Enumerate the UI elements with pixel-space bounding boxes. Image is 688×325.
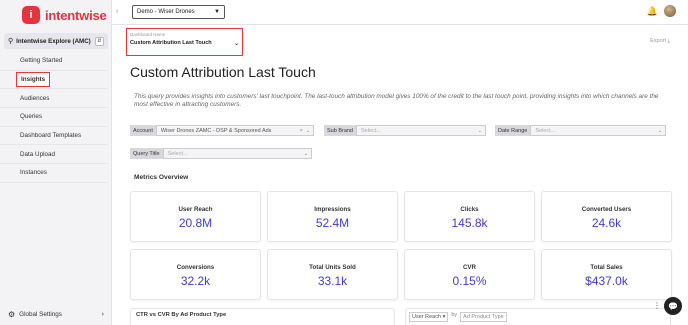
account-select-value: Demo - Wiser Drones <box>137 9 195 15</box>
metric-value: 0.15% <box>452 274 487 288</box>
metric-card-clicks: Clicks 145.8k <box>404 191 535 242</box>
page-title: Custom Attribution Last Touch <box>130 64 316 80</box>
metric-value: 32.2k <box>180 274 211 288</box>
filter-label: Account <box>130 125 156 136</box>
filter-label: Query Title <box>130 148 163 159</box>
chevron-right-icon: › <box>101 311 104 318</box>
dashboard-name-label: Dashboard Name <box>130 32 166 37</box>
download-icon: ⤓ <box>667 38 670 44</box>
export-label: Export <box>650 38 667 44</box>
metric-card-conversions: Conversions 32.2k <box>130 249 261 300</box>
chevron-down-icon: ▼ <box>214 9 220 15</box>
metric-card-total-sales: Total Sales $437.0k <box>541 249 672 300</box>
dimension-select[interactable]: Ad Product Type <box>460 312 507 322</box>
metric-value: $437.0k <box>585 274 628 288</box>
sidebar-item-label: Data Upload <box>20 150 56 158</box>
chevron-down-icon: ⌄ <box>657 127 662 134</box>
metric-card-user-reach: User Reach 20.8M <box>130 191 261 242</box>
chevron-down-icon: ▾ <box>442 314 446 320</box>
export-button[interactable]: Export ⤓ <box>650 38 670 45</box>
sidebar-item-label: Getting Started <box>20 57 63 65</box>
metric-card-impressions: Impressions 52.4M <box>267 191 398 242</box>
query-title-placeholder: Select... <box>167 150 188 157</box>
sidebar-item-queries[interactable]: Queries <box>0 108 108 127</box>
compass-icon: ⚲ <box>8 38 14 45</box>
metric-label: Total Sales <box>590 264 623 271</box>
more-options-icon[interactable]: ⋮ <box>653 301 661 310</box>
account-filter-value: Wiser Drones ZAMC - DSP & Sponsored Ads <box>160 127 272 134</box>
brand-logo[interactable]: i intentwise <box>22 6 107 24</box>
metric-value: 20.8M <box>178 216 213 230</box>
global-settings[interactable]: ⚙ Global Settings › <box>4 310 108 319</box>
metric-value: 24.6k <box>591 216 622 230</box>
collapse-sidebar-icon[interactable]: ‹ <box>116 8 118 15</box>
metric-label: User Reach <box>178 206 213 213</box>
sidebar-item-data-upload[interactable]: Data Upload <box>0 145 108 165</box>
metric-label: Conversions <box>176 264 215 271</box>
metric-label: Converted Users <box>581 206 632 213</box>
sub-brand-placeholder: Select... <box>361 127 381 134</box>
sidebar-item-label: Dashboard Templates <box>20 132 82 140</box>
metric-select[interactable]: User Reach ▾ <box>409 312 449 322</box>
sidebar-item-insights[interactable]: Insights <box>0 71 108 90</box>
chevron-down-icon: ⌄ <box>477 127 482 134</box>
sidebar-item-audiences[interactable]: Audiences <box>0 89 108 109</box>
top-bar: Demo - Wiser Drones ▼ 🔔 <box>112 0 688 25</box>
metric-card-total-units-sold: Total Units Sold 33.1k <box>267 249 398 300</box>
sidebar: i intentwise ⚲ Intentwise Explore (AMC) … <box>0 0 112 325</box>
explore-label: Intentwise Explore (AMC) <box>16 37 91 45</box>
gear-icon: ⚙ <box>8 310 16 319</box>
sidebar-item-label: Insights <box>16 72 51 88</box>
metric-value: 52.4M <box>315 216 350 230</box>
sidebar-item-label: Instances <box>20 169 47 177</box>
filter-label: Date Range <box>495 125 531 136</box>
chevron-down-icon: ⌄ <box>305 127 310 134</box>
by-label: by <box>451 312 458 318</box>
logo-icon: i <box>22 6 40 24</box>
chat-icon[interactable]: 💬 <box>664 297 682 315</box>
dashboard-name-value: Custom Attribution Last Touch <box>130 40 212 46</box>
explore-switcher[interactable]: ⚲ Intentwise Explore (AMC) ⇵ <box>4 33 108 49</box>
sidebar-item-instances[interactable]: Instances <box>0 164 108 183</box>
chevron-down-icon: ⌄ <box>233 41 239 47</box>
sidebar-item-getting-started[interactable]: Getting Started <box>0 52 108 71</box>
date-range-filter[interactable]: Date Range Select... ⌄ <box>495 125 666 136</box>
metric-label: CVR <box>462 264 477 271</box>
sidebar-item-dashboard-templates[interactable]: Dashboard Templates <box>0 127 108 146</box>
sidebar-item-label: Queries <box>20 113 43 121</box>
date-range-placeholder: Select... <box>535 127 556 134</box>
metric-label: Total Units Sold <box>309 264 356 271</box>
global-settings-label: Global Settings <box>19 311 62 318</box>
metric-card-cvr: CVR 0.15% <box>404 249 535 300</box>
sub-brand-filter[interactable]: Sub Brand Select... ⌄ <box>324 125 486 136</box>
main-content: Dashboard Name Custom Attribution Last T… <box>112 25 688 325</box>
metric-value: 33.1k <box>317 274 348 288</box>
query-title-filter[interactable]: Query Title Select... ⌄ <box>130 148 312 159</box>
dashboard-name-select[interactable]: Dashboard Name Custom Attribution Last T… <box>126 28 243 56</box>
metric-card-converted-users: Converted Users 24.6k <box>541 191 672 242</box>
avatar[interactable] <box>664 5 676 17</box>
ctr-vs-cvr-panel: CTR vs CVR By Ad Product Type <box>130 308 395 325</box>
account-select[interactable]: Demo - Wiser Drones ▼ <box>132 5 225 19</box>
sidebar-nav: Getting Started Insights Audiences Queri… <box>0 52 108 183</box>
metric-label: Clicks <box>460 206 479 213</box>
metric-label: Impressions <box>314 206 351 213</box>
dimension-select-value: Ad Product Type <box>463 314 504 320</box>
metrics-overview-title: Metrics Overview <box>134 174 189 181</box>
account-filter[interactable]: Account Wiser Drones ZAMC - DSP & Sponso… <box>130 125 314 136</box>
breakdown-panel: User Reach ▾ by Ad Product Type <box>405 308 671 325</box>
metric-select-value: User Reach <box>412 314 442 320</box>
clear-icon[interactable]: × <box>300 128 303 134</box>
page-description: This query provides insights into custom… <box>134 93 659 109</box>
chevron-updown-icon[interactable]: ⇵ <box>95 36 104 46</box>
panel-title: CTR vs CVR By Ad Product Type <box>136 312 227 318</box>
chevron-down-icon: ⌄ <box>303 150 308 157</box>
bell-icon[interactable]: 🔔 <box>647 6 658 17</box>
metric-value: 145.8k <box>451 216 488 230</box>
filter-label: Sub Brand <box>324 125 356 136</box>
brand-name: intentwise <box>45 7 107 23</box>
sidebar-item-label: Audiences <box>20 94 50 102</box>
